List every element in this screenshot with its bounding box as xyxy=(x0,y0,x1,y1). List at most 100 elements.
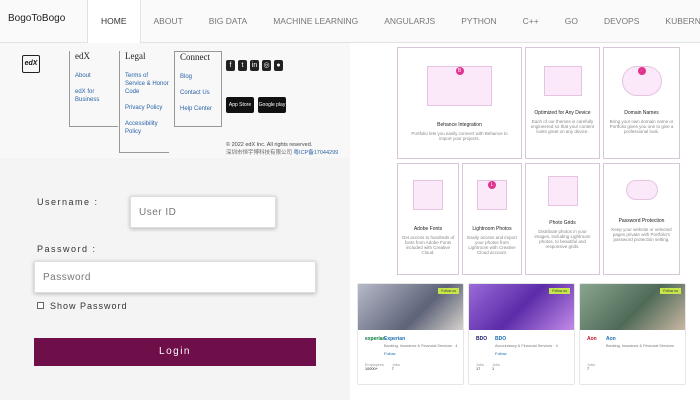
feature-title: Adobe Fonts xyxy=(413,226,443,232)
feature-title: Optimized for Any Device xyxy=(534,110,591,116)
feature-card-devices[interactable]: Optimized for Any Device Each of our the… xyxy=(525,47,600,159)
company-stats: Jobs 7 xyxy=(587,363,595,371)
feature-card-domain[interactable]: · Domain Names Bring your own domain nam… xyxy=(603,47,680,159)
nav-item-kubernetes[interactable]: KUBERNETES xyxy=(652,0,700,43)
domain-illustration: · xyxy=(621,66,662,96)
footer-link-edx-for-business[interactable]: edX for Business xyxy=(75,88,118,104)
feature-desc: Bring your own domain name or Portfolio … xyxy=(609,119,674,134)
stat-value: 7 xyxy=(391,367,394,371)
feature-desc: Easily access and import your photos fro… xyxy=(467,235,517,255)
stat-value: 1 xyxy=(492,367,495,371)
company-cover-image: Follow us xyxy=(358,284,463,330)
nav-item-python[interactable]: PYTHON xyxy=(448,0,509,43)
show-password-label[interactable]: Show Password xyxy=(50,301,128,311)
behance-illustration: B xyxy=(427,66,492,106)
feature-card-adobe-fonts[interactable]: Adobe Fonts Get access to hundreds of fo… xyxy=(397,163,459,275)
nav-item-go[interactable]: GO xyxy=(552,0,591,43)
company-name[interactable]: BDO xyxy=(495,336,506,342)
footer-link-accessibility[interactable]: Accessibility Policy xyxy=(125,120,169,136)
nav-item-about[interactable]: ABOUT xyxy=(141,0,196,43)
google-play-badge[interactable]: Google play xyxy=(258,97,286,113)
lightroom-illustration: L xyxy=(477,180,507,210)
reddit-icon[interactable]: ● xyxy=(274,60,283,71)
footer-column-legal: Legal Terms of Service & Honor Code Priv… xyxy=(119,51,169,153)
password-input[interactable]: Password xyxy=(34,261,316,293)
company-card-aon[interactable]: Follow us Aon Aon Banking, Insurance & F… xyxy=(579,283,686,385)
nav-item-home[interactable]: HOME xyxy=(87,0,141,43)
footer-column-heading: Connect xyxy=(180,52,210,62)
company-tag: Follow us xyxy=(549,288,570,294)
company-card-bdo[interactable]: Follow us BDO BDO Accountancy & Financia… xyxy=(468,283,575,385)
footer-column-connect: Connect Blog Contact Us Help Center xyxy=(174,51,222,127)
company-logo: BDO xyxy=(476,336,488,342)
grids-illustration xyxy=(547,176,578,206)
username-input[interactable]: User ID xyxy=(130,196,276,228)
company-desc: Banking, Insurance & Financial Services … xyxy=(384,344,458,348)
feature-desc: Each of our themes is carefully engineer… xyxy=(530,119,595,134)
top-navigation-bar: BogoToBogo HOME ABOUT BIG DATA MACHINE L… xyxy=(0,0,700,43)
feature-card-password[interactable]: Password Protection Keep your website or… xyxy=(603,163,680,275)
twitter-icon[interactable]: t xyxy=(238,60,247,71)
company-card-experian[interactable]: Follow us experian Experian Banking, Ins… xyxy=(357,283,464,385)
footer-link-terms[interactable]: Terms of Service & Honor Code xyxy=(125,72,169,96)
feature-card-behance[interactable]: B Behance Integration Portfolio lets you… xyxy=(397,47,522,159)
feature-desc: Keep your website or selected pages priv… xyxy=(611,227,672,242)
feature-title: Domain Names xyxy=(624,110,659,116)
feature-desc: Distribute photos in your images, includ… xyxy=(534,229,591,249)
company-desc: Banking, Insurance & Financial Services xyxy=(606,344,674,348)
show-password-checkbox[interactable] xyxy=(37,302,44,309)
feature-card-photo-grids[interactable]: Photo Grids Distribute photos in your im… xyxy=(525,163,600,275)
company-name-cn: 深圳市恒宇博科技有限公司 xyxy=(226,150,293,156)
linkedin-icon[interactable]: in xyxy=(250,60,259,71)
fonts-illustration xyxy=(413,180,443,210)
app-store-badges: App Store Google play xyxy=(226,97,286,113)
footer-link-help-center[interactable]: Help Center xyxy=(180,105,221,113)
icp-link[interactable]: 粤ICP备17044299 xyxy=(294,150,339,156)
login-form: Username : User ID Password : Password S… xyxy=(0,158,350,400)
feature-card-lightroom[interactable]: L Lightroom Photos Easily access and imp… xyxy=(462,163,522,275)
nav-item-angularjs[interactable]: ANGULARJS xyxy=(371,0,448,43)
edx-footer: edX edX About edX for Business Legal Ter… xyxy=(0,43,350,158)
social-icons: f t in ◎ ● xyxy=(226,60,283,71)
stat-value: 7 xyxy=(587,367,590,371)
app-store-badge[interactable]: App Store xyxy=(226,97,254,113)
follow-button[interactable]: Follow xyxy=(384,351,396,356)
nav-item-big-data[interactable]: BIG DATA xyxy=(196,0,260,43)
stat-value: 10000+ xyxy=(365,367,378,371)
login-button[interactable]: Login xyxy=(34,338,316,366)
footer-link-blog[interactable]: Blog xyxy=(180,73,221,81)
stat-value: 17 xyxy=(476,367,481,371)
footer-link-about[interactable]: About xyxy=(75,72,118,80)
devices-illustration xyxy=(543,66,582,96)
nav-item-cpp[interactable]: C++ xyxy=(510,0,552,43)
company-cover-image: Follow us xyxy=(469,284,574,330)
company-name[interactable]: Aon xyxy=(606,336,616,342)
footer-column-edx: edX About edX for Business xyxy=(69,51,118,127)
feature-desc: Portfolio lets you easily connect with B… xyxy=(411,131,508,141)
company-stats: Employees 10000+ Jobs 7 xyxy=(365,363,400,371)
features-grid: B Behance Integration Portfolio lets you… xyxy=(394,47,680,277)
company-stats: Jobs 17 Jobs 1 xyxy=(476,363,500,371)
footer-link-contact[interactable]: Contact Us xyxy=(180,89,221,97)
instagram-icon[interactable]: ◎ xyxy=(262,60,271,71)
nav-item-devops[interactable]: DEVOPS xyxy=(591,0,652,43)
feature-desc: Get access to hundreds of fonts from Ado… xyxy=(401,235,455,255)
company-logo: experian xyxy=(365,336,386,342)
follow-button[interactable]: Follow xyxy=(495,351,507,356)
nav-item-machine-learning[interactable]: MACHINE LEARNING xyxy=(260,0,371,43)
copyright-block: © 2022 edX Inc. All rights reserved. 深圳市… xyxy=(226,141,338,157)
feature-title: Photo Grids xyxy=(549,220,576,226)
site-brand[interactable]: BogoToBogo xyxy=(8,13,65,24)
company-desc: Accountancy & Financial Services · 4 xyxy=(495,344,558,348)
password-label: Password : xyxy=(37,244,97,254)
domain-icon: · xyxy=(637,67,646,75)
footer-column-heading: Legal xyxy=(125,51,146,61)
company-cover-image: Follow us xyxy=(580,284,685,330)
edx-logo[interactable]: edX xyxy=(22,55,40,73)
feature-title: Lightroom Photos xyxy=(472,226,512,232)
company-name[interactable]: Experian xyxy=(384,336,405,342)
footer-link-privacy[interactable]: Privacy Policy xyxy=(125,104,169,112)
feature-title: Password Protection xyxy=(618,218,665,224)
lightroom-icon: L xyxy=(488,181,496,189)
facebook-icon[interactable]: f xyxy=(226,60,235,71)
